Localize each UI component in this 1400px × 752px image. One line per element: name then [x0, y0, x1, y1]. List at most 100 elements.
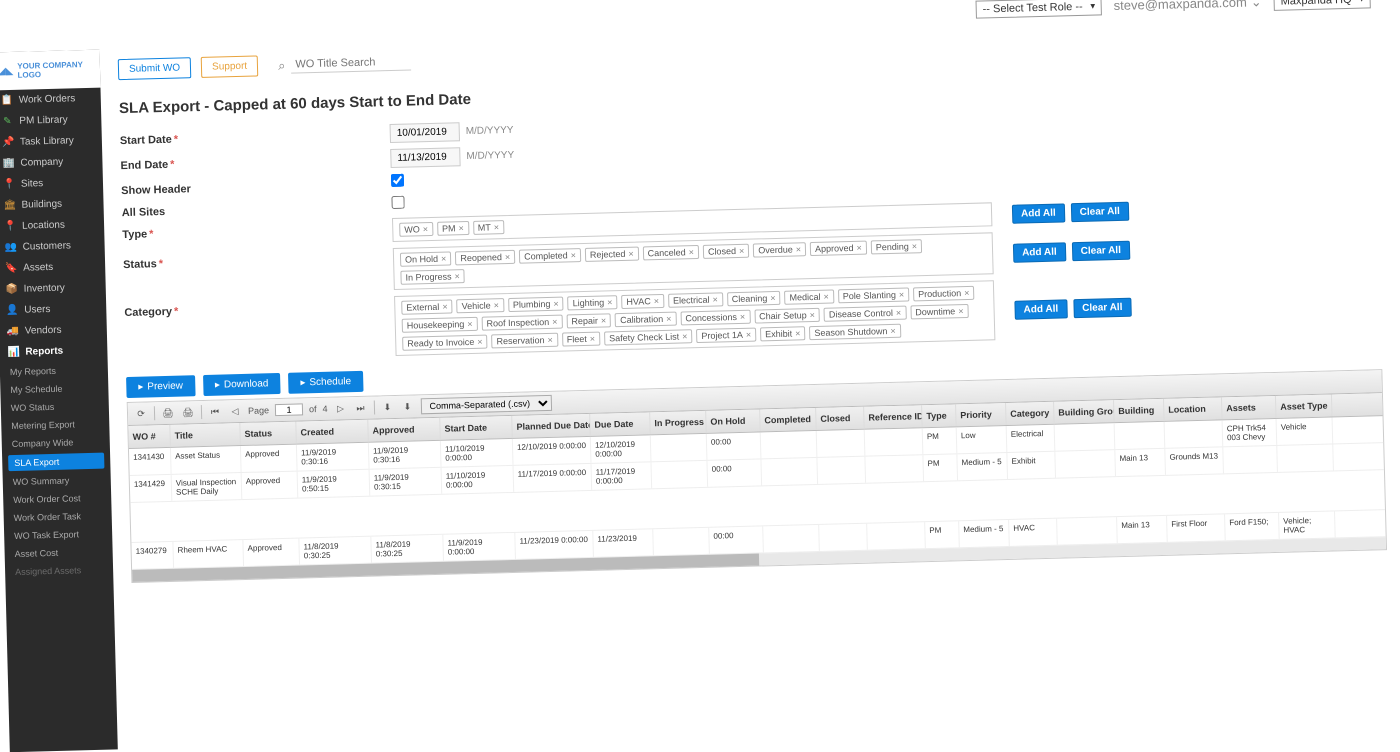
col-header[interactable]: Completed [760, 408, 817, 431]
sidebar-item-locations[interactable]: 📍Locations [0, 214, 104, 238]
remove-tag-icon[interactable]: × [494, 222, 500, 232]
remove-tag-icon[interactable]: × [553, 299, 559, 309]
sidebar-item-company[interactable]: 🏢Company [0, 151, 103, 175]
sidebar-sub-assigned-assets[interactable]: Assigned Assets [5, 560, 113, 581]
submit-wo-button[interactable]: Submit WO [118, 57, 192, 80]
col-header[interactable]: On Hold [706, 409, 761, 432]
export-format-select[interactable]: Comma-Separated (.csv) [420, 395, 551, 414]
prev-page-icon[interactable]: ◁ [228, 404, 242, 418]
category-tag[interactable]: Electrical × [668, 292, 723, 307]
remove-tag-icon[interactable]: × [607, 297, 613, 307]
status-tag[interactable]: Reopened × [455, 250, 515, 266]
start-date-input[interactable] [390, 122, 460, 143]
status-tag[interactable]: Approved × [810, 241, 867, 256]
col-header[interactable]: Planned Due Date [512, 414, 591, 438]
status-tag[interactable]: Canceled × [643, 245, 700, 260]
remove-tag-icon[interactable]: × [896, 308, 902, 318]
type-clear-all[interactable]: Clear All [1070, 201, 1129, 222]
category-tag[interactable]: External × [401, 299, 453, 314]
remove-tag-icon[interactable]: × [810, 310, 816, 320]
remove-tag-icon[interactable]: × [746, 330, 752, 340]
first-page-icon[interactable]: ⏮ [208, 405, 222, 419]
remove-tag-icon[interactable]: × [770, 293, 776, 303]
category-tagbox[interactable]: External ×Vehicle ×Plumbing ×Lighting ×H… [394, 280, 995, 356]
status-tagbox[interactable]: On Hold ×Reopened ×Completed ×Rejected ×… [393, 232, 994, 290]
all-sites-checkbox[interactable] [391, 196, 404, 209]
category-tag[interactable]: Repair × [566, 313, 611, 328]
category-tag[interactable]: Pole Slanting × [838, 288, 910, 304]
sidebar-item-vendors[interactable]: 🚚Vendors [0, 319, 107, 343]
sidebar-item-pm-library[interactable]: ✎PM Library [0, 109, 102, 133]
role-select[interactable]: -- Select Test Role -- [975, 0, 1101, 19]
type-tag[interactable]: PM × [437, 221, 469, 236]
status-tag[interactable]: Closed × [703, 244, 750, 259]
remove-tag-icon[interactable]: × [682, 331, 688, 341]
remove-tag-icon[interactable]: × [628, 249, 634, 259]
status-add-all[interactable]: Add All [1013, 242, 1066, 262]
col-header[interactable]: Status [240, 422, 297, 445]
remove-tag-icon[interactable]: × [467, 319, 473, 329]
remove-tag-icon[interactable]: × [964, 288, 970, 298]
sidebar-sub-sla-export[interactable]: SLA Export [8, 453, 104, 472]
category-tag[interactable]: Concessions × [680, 310, 750, 326]
schedule-button[interactable]: ▸Schedule [288, 371, 363, 394]
remove-tag-icon[interactable]: × [423, 224, 429, 234]
remove-tag-icon[interactable]: × [654, 296, 660, 306]
search-input[interactable] [291, 53, 411, 73]
col-header[interactable]: Closed [816, 407, 865, 430]
status-tag[interactable]: Overdue × [753, 242, 806, 257]
col-header[interactable]: WO # [128, 425, 171, 448]
remove-tag-icon[interactable]: × [740, 312, 746, 322]
remove-tag-icon[interactable]: × [547, 335, 553, 345]
col-header[interactable]: Due Date [590, 412, 651, 436]
col-header[interactable]: Created [296, 420, 369, 444]
category-tag[interactable]: Disease Control × [824, 306, 907, 322]
remove-tag-icon[interactable]: × [912, 241, 918, 251]
remove-tag-icon[interactable]: × [571, 250, 577, 260]
show-header-checkbox[interactable] [391, 174, 404, 187]
category-tag[interactable]: Project 1A × [696, 328, 756, 344]
col-header[interactable]: Building Group [1054, 400, 1115, 424]
remove-tag-icon[interactable]: × [552, 317, 558, 327]
print-icon[interactable]: 🖨 [161, 406, 175, 420]
category-tag[interactable]: Housekeeping × [402, 317, 478, 333]
remove-tag-icon[interactable]: × [899, 290, 905, 300]
last-page-icon[interactable]: ⏭ [353, 401, 367, 415]
col-header[interactable]: Reference ID [864, 405, 923, 429]
remove-tag-icon[interactable]: × [739, 246, 745, 256]
remove-tag-icon[interactable]: × [458, 223, 464, 233]
remove-tag-icon[interactable]: × [856, 243, 862, 253]
download-button[interactable]: ▸Download [203, 373, 281, 396]
sidebar-item-sites[interactable]: 📍Sites [0, 172, 103, 196]
category-tag[interactable]: Medical × [784, 289, 834, 304]
remove-tag-icon[interactable]: × [505, 252, 511, 262]
category-tag[interactable]: Lighting × [567, 295, 617, 310]
category-tag[interactable]: Downtime × [910, 304, 969, 320]
sidebar-item-users[interactable]: 👤Users [0, 298, 107, 322]
preview-button[interactable]: ▸Preview [126, 375, 195, 398]
remove-tag-icon[interactable]: × [442, 302, 448, 312]
remove-tag-icon[interactable]: × [477, 337, 483, 347]
category-tag[interactable]: Cleaning × [727, 291, 781, 306]
remove-tag-icon[interactable]: × [796, 244, 802, 254]
category-tag[interactable]: HVAC × [621, 294, 664, 309]
sidebar-item-work-orders[interactable]: 📋Work Orders [0, 88, 101, 112]
export2-icon[interactable]: ⬇ [400, 399, 414, 413]
category-tag[interactable]: Plumbing × [508, 297, 564, 312]
category-tag[interactable]: Safety Check List × [604, 329, 693, 345]
col-header[interactable]: Assets [1222, 396, 1277, 419]
category-tag[interactable]: Production × [913, 286, 975, 302]
type-add-all[interactable]: Add All [1012, 203, 1065, 223]
support-button[interactable]: Support [201, 55, 259, 77]
sidebar-sub-company-wide[interactable]: Company Wide [2, 432, 110, 453]
category-tag[interactable]: Calibration × [615, 312, 677, 328]
col-header[interactable]: Building [1114, 399, 1165, 422]
remove-tag-icon[interactable]: × [441, 254, 447, 264]
status-tag[interactable]: Completed × [519, 248, 581, 264]
end-date-input[interactable] [390, 147, 460, 168]
user-email[interactable]: steve@maxpanda.com⌄ [1113, 0, 1261, 14]
col-header[interactable]: Title [170, 423, 241, 447]
sidebar-item-assets[interactable]: 🔖Assets [0, 256, 105, 280]
sidebar-item-task-library[interactable]: 📌Task Library [0, 130, 102, 154]
remove-tag-icon[interactable]: × [689, 247, 695, 257]
